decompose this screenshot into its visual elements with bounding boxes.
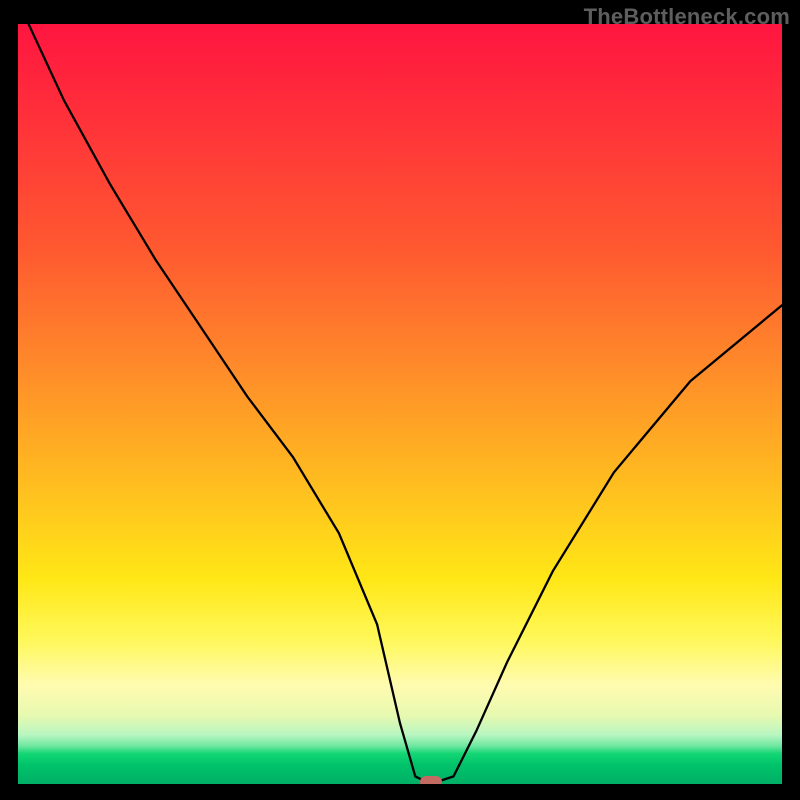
plot-area bbox=[18, 24, 782, 784]
watermark-text: TheBottleneck.com bbox=[584, 4, 790, 30]
bottleneck-curve bbox=[18, 24, 782, 784]
ideal-marker bbox=[420, 776, 442, 784]
chart-stage: TheBottleneck.com bbox=[0, 0, 800, 800]
